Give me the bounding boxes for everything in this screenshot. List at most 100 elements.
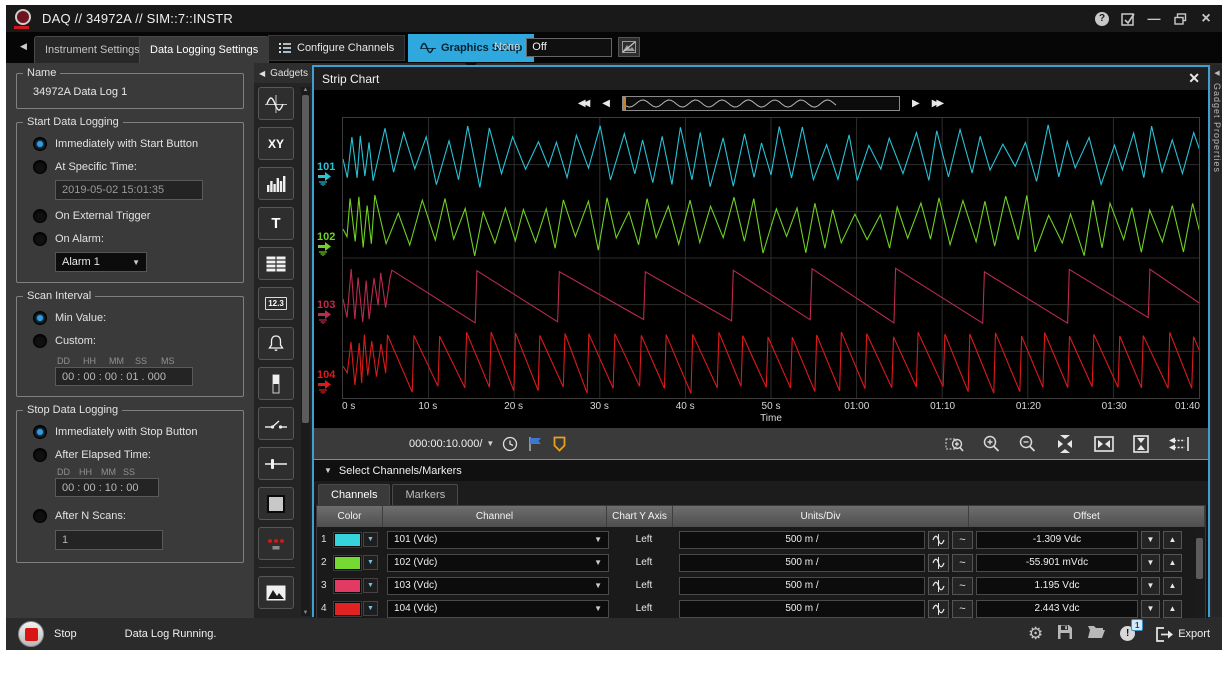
radio-start-external-trigger[interactable] [33,209,47,223]
help-icon[interactable]: ? [1094,11,1110,27]
radio-scan-custom[interactable] [33,334,47,348]
zoom-in-icon[interactable] [983,435,1000,452]
strip-chart-plot[interactable] [342,117,1200,399]
color-dropdown-icon[interactable]: ▼ [363,532,378,547]
gadget-digital-display-button[interactable]: 12.3 [258,287,294,320]
gadgets-header[interactable]: ◀ Gadgets [254,63,312,83]
autoscale-icon[interactable] [928,600,949,618]
radio-start-at-time[interactable] [33,160,47,174]
gadget-table-button[interactable] [258,247,294,280]
gadgets-scrollbar-thumb[interactable] [302,95,309,423]
units-per-div-field[interactable]: 500 m / [679,600,925,618]
radio-stop-immediately[interactable] [33,425,47,439]
image-disabled-icon[interactable] [618,37,640,57]
channel-select[interactable]: 102 (Vdc)▼ [387,554,609,572]
channel-offset-marker-101[interactable]: 101 [317,162,341,186]
gadget-push-button-button[interactable] [258,487,294,520]
units-per-div-field[interactable]: 500 m / [679,531,925,549]
radio-start-on-alarm[interactable] [33,232,47,246]
export-button[interactable]: Export [1156,627,1210,642]
scroll-up-icon[interactable]: ▲ [301,87,310,93]
color-swatch[interactable] [334,579,361,593]
gadget-image-button[interactable] [258,576,294,609]
overview-position-marker[interactable] [623,97,626,110]
n-scans-field[interactable]: 1 [55,530,163,550]
offset-up-button[interactable]: ▲ [1163,531,1182,549]
gadget-slider-button[interactable] [258,447,294,480]
shield-marker-icon[interactable] [553,436,566,452]
auto-scroll-icon[interactable] [1168,436,1190,452]
collapse-left-panel-icon[interactable]: ◀ [20,41,27,52]
configure-channels-button[interactable]: Configure Channels [268,35,405,61]
gadget-alarm-button[interactable] [258,327,294,360]
color-swatch[interactable] [334,602,361,616]
color-dropdown-icon[interactable]: ▼ [363,601,378,616]
radio-stop-elapsed-time[interactable] [33,448,47,462]
gadget-histogram-button[interactable] [258,167,294,200]
gadget-thermometer-button[interactable] [258,367,294,400]
feedback-icon[interactable] [1120,11,1136,27]
restore-button[interactable] [1172,11,1188,27]
offset-down-button[interactable]: ▼ [1141,600,1160,618]
channel-offset-marker-103[interactable]: 103 [317,300,341,324]
strip-chart-close-icon[interactable]: ✕ [1188,70,1200,87]
off-dropdown[interactable]: Off [526,38,612,57]
alarm-select[interactable]: Alarm 1 ▼ [55,252,147,272]
gadgets-scrollbar[interactable]: ▲ ▼ [301,87,310,616]
offset-down-button[interactable]: ▼ [1141,577,1160,595]
ac-coupling-icon[interactable]: ~ [952,554,973,572]
autoscale-icon[interactable] [928,531,949,549]
radio-scan-min-value[interactable] [33,311,47,325]
gadget-led-indicator-button[interactable] [258,527,294,560]
color-dropdown-icon[interactable]: ▼ [363,555,378,570]
tab-instrument-settings[interactable]: Instrument Settings [34,36,151,63]
color-swatch[interactable] [334,533,361,547]
stop-button[interactable] [18,621,44,647]
close-button[interactable]: × [1198,11,1214,27]
offset-field[interactable]: -1.309 Vdc [976,531,1138,549]
channel-select[interactable]: 104 (Vdc)▼ [387,600,609,618]
table-scrollbar-thumb[interactable] [1196,538,1203,579]
channel-select[interactable]: 101 (Vdc)▼ [387,531,609,549]
offset-up-button[interactable]: ▲ [1163,577,1182,595]
radio-stop-n-scans[interactable] [33,509,47,523]
scroll-left-button[interactable]: ◀ [602,98,610,109]
error-log-icon[interactable]: ! 1 [1120,626,1136,642]
zoom-out-icon[interactable] [1019,435,1036,452]
offset-down-button[interactable]: ▼ [1141,531,1160,549]
radio-start-immediately[interactable] [33,137,47,151]
ac-coupling-icon[interactable]: ~ [952,531,973,549]
fit-all-icon[interactable] [1055,435,1075,453]
time-per-div-dropdown-icon[interactable]: ▼ [486,439,494,448]
units-per-div-field[interactable]: 500 m / [679,577,925,595]
scroll-start-button[interactable]: ◀◀ [578,98,590,109]
autoscale-icon[interactable] [928,577,949,595]
channel-select[interactable]: 103 (Vdc)▼ [387,577,609,595]
color-dropdown-icon[interactable]: ▼ [363,578,378,593]
time-per-div-value[interactable]: 000:00:10.000/ [409,438,482,450]
scroll-right-button[interactable]: ▶ [912,98,920,109]
select-channels-header[interactable]: ▼ Select Channels/Markers [314,460,1208,481]
tab-channels[interactable]: Channels [318,484,390,505]
clock-icon[interactable] [502,436,518,452]
offset-field[interactable]: 1.195 Vdc [976,577,1138,595]
color-swatch[interactable] [334,556,361,570]
fit-vertical-icon[interactable] [1133,435,1149,453]
save-icon[interactable] [1057,624,1073,645]
offset-field[interactable]: -55.901 mVdc [976,554,1138,572]
settings-gear-icon[interactable]: ⚙ [1028,624,1043,644]
start-time-field[interactable]: 2019-05-02 15:01:35 [55,180,203,200]
gadget-properties-strip[interactable]: ◀ Gadget Properties [1212,65,1222,617]
fit-horizontal-icon[interactable] [1094,436,1114,452]
table-scrollbar[interactable] [1195,528,1204,618]
flag-marker-icon[interactable] [528,436,543,452]
gadget-strip-chart-button[interactable] [258,87,294,120]
offset-up-button[interactable]: ▲ [1163,600,1182,618]
chart-overview-scrollbar[interactable] [622,96,900,111]
tab-markers[interactable]: Markers [392,484,458,505]
scan-interval-field[interactable]: 00 : 00 : 00 : 01 . 000 [55,367,193,386]
scroll-down-icon[interactable]: ▼ [301,610,310,616]
gadget-text-label-button[interactable]: T [258,207,294,240]
gadget-switch-button[interactable] [258,407,294,440]
zoom-region-icon[interactable] [945,435,964,453]
